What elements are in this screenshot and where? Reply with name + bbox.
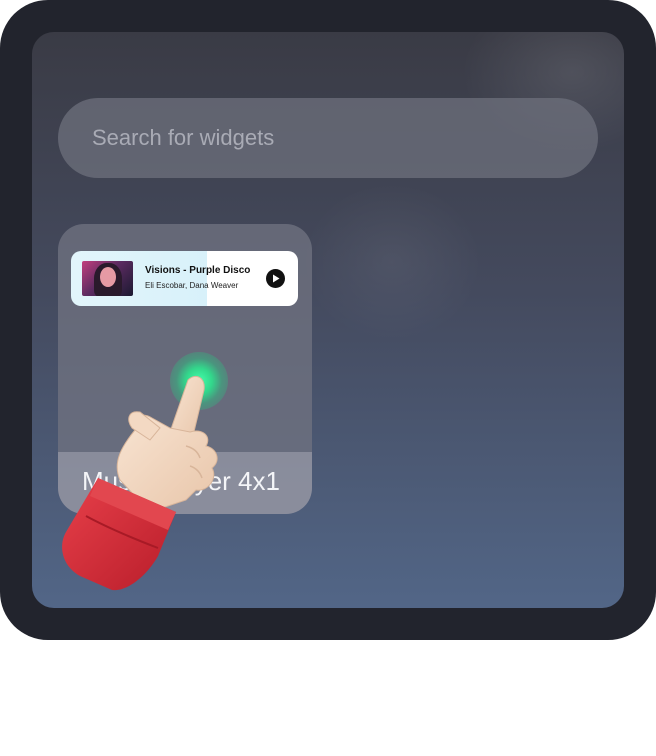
search-input[interactable] xyxy=(90,124,564,152)
device-frame: Visions - Purple Disco Eli Escobar, Dana… xyxy=(0,0,656,640)
screen: Visions - Purple Disco Eli Escobar, Dana… xyxy=(32,32,624,608)
widget-name: Music Player 4x1 xyxy=(82,466,280,496)
track-artist: Eli Escobar, Dana Weaver xyxy=(145,281,239,290)
album-art xyxy=(82,261,133,296)
background-glow xyxy=(302,182,482,342)
track-title: Visions - Purple Disco xyxy=(145,265,251,276)
widget-card-footer: Music Player 4x1 xyxy=(58,452,312,514)
search-bar[interactable] xyxy=(58,98,598,178)
tap-indicator xyxy=(170,352,228,410)
play-button[interactable] xyxy=(266,269,285,288)
play-icon xyxy=(272,274,279,283)
music-player-widget-preview[interactable]: Visions - Purple Disco Eli Escobar, Dana… xyxy=(71,251,298,306)
